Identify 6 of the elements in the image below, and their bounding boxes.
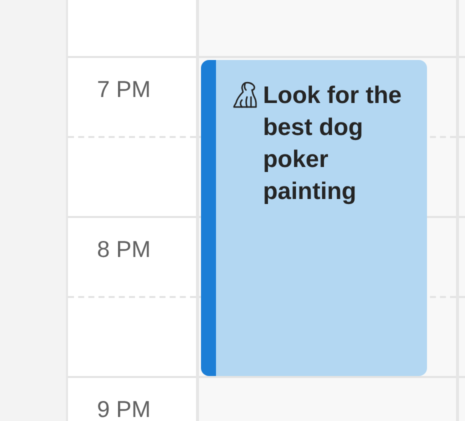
- event-title: Look for the best dog poker painting: [263, 81, 403, 207]
- calendar-event[interactable]: Look for the best dog poker painting: [201, 60, 427, 376]
- dog-icon: [231, 81, 259, 109]
- time-label: 7 PM: [97, 76, 151, 103]
- time-label: 9 PM: [97, 396, 151, 421]
- time-label: 8 PM: [97, 236, 151, 263]
